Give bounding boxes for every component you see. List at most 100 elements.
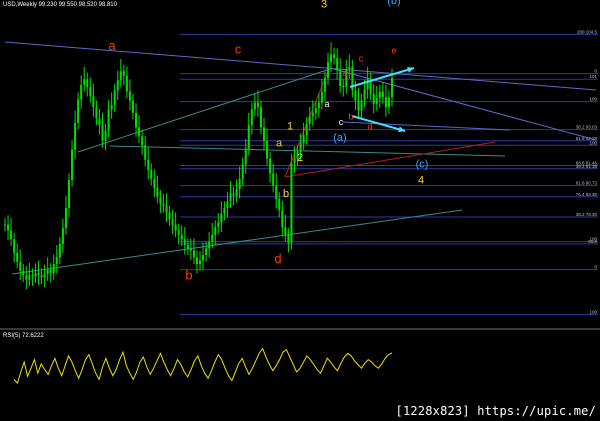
candle-body (299, 143, 302, 152)
candle-body (177, 230, 180, 235)
candle-body (305, 124, 308, 136)
candle-body (180, 234, 183, 240)
candle-body (74, 122, 77, 150)
candle-body (360, 100, 363, 111)
candle-body (217, 222, 220, 228)
wave-label: c (359, 53, 364, 63)
candle-body (232, 193, 235, 196)
candle-body (186, 244, 189, 249)
candle-body (83, 79, 86, 85)
candle-body (52, 264, 55, 273)
candle-body (342, 85, 345, 88)
candle-body (272, 173, 275, 186)
candle-body (165, 205, 168, 213)
candle-body (22, 270, 25, 276)
candle-body (250, 109, 253, 126)
candle-body (317, 102, 320, 109)
candle-body (327, 62, 330, 79)
candle-body (150, 169, 153, 179)
candle-body (357, 100, 360, 111)
candle-body (244, 148, 247, 165)
candle-body (25, 275, 28, 280)
candle-body (375, 98, 378, 104)
candle-body (253, 102, 256, 110)
candle-body (104, 130, 107, 141)
candle-body (378, 91, 381, 99)
candle-body (40, 275, 43, 278)
projection-arrow-down (351, 115, 406, 132)
wave-label: c (235, 41, 242, 56)
candle-body (168, 212, 171, 220)
fib-level-label: 0 (594, 265, 597, 270)
candle-body (256, 102, 259, 108)
candle-body (202, 255, 205, 261)
candle-body (174, 224, 177, 231)
candle-body (64, 208, 67, 229)
candle-body (348, 66, 351, 70)
channel-mid-line (109, 145, 506, 157)
candle-body (4, 224, 6, 226)
candle-body (71, 149, 74, 180)
candle-body (381, 91, 384, 98)
candle-body (43, 274, 46, 278)
candle-body (208, 241, 211, 249)
candle-body (113, 90, 116, 105)
fib-level-label: 76.4 83.30 (576, 192, 598, 197)
wave-label: 3 (321, 0, 327, 11)
candle-body (80, 84, 83, 100)
candle-body (247, 125, 250, 149)
candle-body (131, 100, 134, 113)
candle-body (311, 112, 314, 117)
wave-label: (c) (416, 159, 429, 171)
price-chart[interactable]: 200 104.5010110038.2 93.0361.8 92.291008… (0, 0, 600, 421)
candle-body (330, 54, 333, 63)
candle-body (192, 250, 195, 258)
candle-body (320, 91, 323, 103)
candle-body (205, 248, 208, 256)
wave-label: a (108, 38, 116, 53)
candle-body (183, 239, 186, 245)
candle-body (214, 227, 217, 235)
candle-body (308, 116, 311, 124)
wave-label: (b) (387, 0, 400, 7)
candle-body (58, 243, 61, 258)
candle-body (135, 112, 138, 128)
candle-body (128, 91, 131, 101)
candle-body (235, 188, 238, 196)
candle-body (31, 275, 34, 277)
candle-body (372, 93, 375, 104)
candle-body (259, 107, 262, 128)
candle-body (314, 108, 317, 113)
candle-body (138, 127, 141, 137)
candle-body (384, 97, 387, 108)
candle-body (101, 125, 104, 141)
candle-body (119, 71, 122, 81)
candle-body (363, 89, 366, 101)
wave-label: b (283, 188, 289, 200)
candle-body (147, 159, 150, 170)
candle-body (86, 79, 89, 88)
candle-body (153, 178, 156, 188)
candle-body (19, 261, 22, 271)
wave-label: b (348, 112, 353, 122)
candle-body (290, 163, 293, 243)
wave-label: a (342, 68, 347, 78)
candle-body (16, 252, 19, 262)
candle-body (13, 239, 16, 253)
candle-body (302, 135, 305, 144)
candle-body (287, 234, 290, 243)
chart-window: USD,Weekly 99.230 99.550 98.520 98.810 2… (0, 0, 600, 421)
candle-body (125, 75, 128, 92)
candle-body (46, 269, 49, 275)
candle-body (266, 140, 269, 159)
fib-level-label: 200 104.5 (577, 29, 598, 34)
wave-label: c (339, 117, 344, 127)
candle-body (263, 127, 266, 141)
rsi-line (13, 347, 393, 385)
candle-body (189, 248, 192, 251)
candle-body (339, 70, 342, 86)
candle-body (61, 228, 64, 244)
candle-body (67, 180, 70, 208)
candle-body (281, 210, 284, 228)
candle-body (284, 227, 287, 235)
